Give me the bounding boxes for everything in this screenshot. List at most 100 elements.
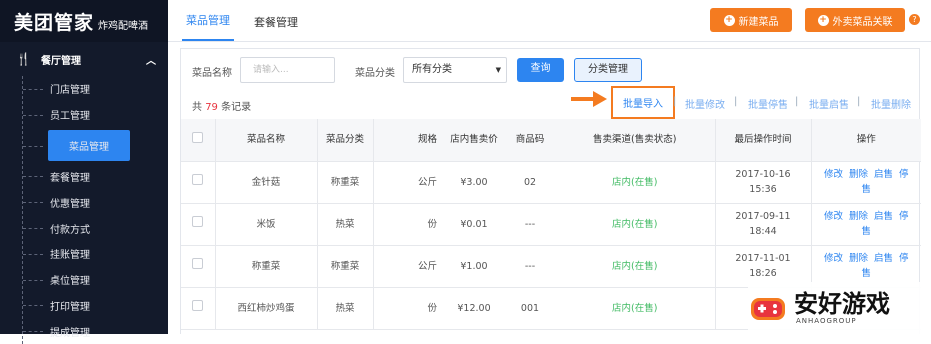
- dish-channel: 店内(在售): [555, 287, 715, 330]
- sidebar-group-label: 餐厅管理: [40, 55, 81, 67]
- sidebar-tree: 门店管理 员工管理 菜品管理 套餐管理 优惠管理 付款方式 挂账管理 桌位管理 …: [0, 76, 168, 344]
- row-actions: 修改 删除 启售停 售: [810, 161, 921, 204]
- tab-sets[interactable]: 套餐管理: [250, 14, 302, 41]
- dish-price: ¥3.00: [443, 161, 505, 204]
- sidebar-item-print[interactable]: 打印管理: [0, 293, 168, 319]
- top-bar: 菜品管理 套餐管理 + 新建菜品 + 外卖菜品关联 ?: [168, 0, 931, 42]
- sidebar-item-tables[interactable]: 桌位管理: [0, 267, 168, 293]
- sidebar: 美团管家 炸鸡配啤酒 🍴 餐厅管理 ︿ 门店管理 员工管理 菜品管理 套餐管理 …: [0, 0, 168, 344]
- edit-link[interactable]: 修改: [824, 253, 843, 264]
- dish-price: ¥1.00: [443, 245, 505, 288]
- row-checkbox[interactable]: [192, 174, 204, 185]
- sidebar-item-credit[interactable]: 挂账管理: [0, 241, 168, 267]
- category-manage-button[interactable]: 分类管理: [574, 58, 642, 82]
- select-all-cell[interactable]: [181, 119, 215, 162]
- stop-link-cont[interactable]: 售: [861, 184, 871, 195]
- delete-link[interactable]: 删除: [849, 169, 868, 180]
- row-checkbox[interactable]: [192, 216, 204, 227]
- dish-name: 称重菜: [214, 245, 317, 288]
- sidebar-item-discounts[interactable]: 优惠管理: [0, 189, 168, 215]
- enable-link[interactable]: 启售: [874, 253, 893, 264]
- col-price: 店内售卖价: [443, 119, 505, 162]
- plus-icon: +: [723, 14, 735, 26]
- col-time: 最后操作时间: [714, 119, 811, 162]
- dish-channel: 店内(在售): [555, 203, 715, 246]
- cutlery-icon: 🍴: [16, 52, 31, 66]
- col-category: 菜品分类: [316, 119, 373, 162]
- logo-title: 美团管家: [14, 12, 95, 34]
- edit-link[interactable]: 修改: [824, 211, 843, 222]
- dish-code: 02: [505, 161, 555, 204]
- plus-icon: +: [817, 14, 829, 26]
- caret-down-icon: ▼: [495, 66, 501, 74]
- stop-link-cont[interactable]: 售: [861, 268, 871, 279]
- table-header: 菜品名称 菜品分类 规格 店内售卖价 商品码 售卖渠道(售卖状态) 最后操作时间…: [181, 119, 921, 162]
- bulk-edit-link[interactable]: 批量修改: [685, 96, 725, 111]
- dish-name: 西红柿炒鸡蛋: [214, 287, 317, 330]
- watermark: 安好游戏 ANHAOGROUP: [748, 282, 931, 334]
- delete-link[interactable]: 删除: [849, 253, 868, 264]
- dish-time: 2017-10-16 15:36: [714, 161, 811, 204]
- sidebar-item-commission[interactable]: 提成管理: [0, 318, 168, 344]
- col-code: 商品码: [505, 119, 555, 162]
- bulk-stop-link[interactable]: 批量停售: [748, 96, 788, 111]
- brand-logo: 美团管家 炸鸡配啤酒: [0, 0, 168, 42]
- query-button[interactable]: 查询: [517, 58, 564, 82]
- col-channel: 售卖渠道(售卖状态): [555, 119, 715, 162]
- help-icon[interactable]: ?: [909, 14, 920, 25]
- dish-time: 2017-11-01 18:26: [714, 245, 811, 288]
- enable-link[interactable]: 启售: [874, 169, 893, 180]
- dish-channel: 店内(在售): [555, 161, 715, 204]
- watermark-subtitle: ANHAOGROUP: [796, 317, 857, 325]
- dish-code: 001: [505, 287, 555, 330]
- stop-link[interactable]: 停: [899, 211, 909, 222]
- sidebar-item-payment[interactable]: 付款方式: [0, 215, 168, 241]
- sidebar-item-sets[interactable]: 套餐管理: [0, 164, 168, 190]
- stop-link[interactable]: 停: [899, 169, 909, 180]
- name-search-input[interactable]: 请输入...: [240, 57, 335, 83]
- dish-category: 热菜: [316, 287, 373, 330]
- sidebar-item-staff[interactable]: 员工管理: [0, 102, 168, 128]
- sidebar-group-restaurant[interactable]: 🍴 餐厅管理 ︿: [0, 42, 168, 76]
- stop-link-cont[interactable]: 售: [861, 226, 871, 237]
- bulk-enable-link[interactable]: 批量启售: [809, 96, 849, 111]
- dish-price: ¥12.00: [443, 287, 505, 330]
- dish-category: 热菜: [316, 203, 373, 246]
- dish-time: 2017-09-11 18:44: [714, 203, 811, 246]
- select-all-checkbox[interactable]: [192, 131, 204, 143]
- stop-link[interactable]: 停: [899, 253, 909, 264]
- sidebar-item-dishes[interactable]: 菜品管理: [0, 128, 168, 164]
- row-actions: 修改 删除 启售停 售: [810, 245, 921, 288]
- delete-link[interactable]: 删除: [849, 211, 868, 222]
- table-row: 米饭 热菜 份 ¥0.01 --- 店内(在售) 2017-09-11 18:44…: [181, 203, 921, 246]
- dish-code: ---: [505, 203, 555, 246]
- category-filter-label: 菜品分类: [355, 68, 395, 79]
- col-actions: 操作: [810, 119, 921, 162]
- col-unit: 规格: [372, 119, 443, 162]
- bulk-import-link[interactable]: 批量导入: [611, 86, 675, 119]
- bulk-delete-link[interactable]: 批量删除: [871, 96, 911, 111]
- logo-subtitle: 炸鸡配啤酒: [98, 21, 149, 32]
- row-checkbox[interactable]: [192, 258, 204, 269]
- dish-name: 米饭: [214, 203, 317, 246]
- new-dish-button[interactable]: + 新建菜品: [710, 8, 792, 32]
- gamepad-logo-icon: [751, 298, 785, 320]
- tab-dishes[interactable]: 菜品管理: [182, 12, 234, 41]
- dish-channel: 店内(在售): [555, 245, 715, 288]
- chevron-up-icon: ︿: [146, 55, 156, 67]
- edit-link[interactable]: 修改: [824, 169, 843, 180]
- enable-link[interactable]: 启售: [874, 211, 893, 222]
- row-checkbox[interactable]: [192, 300, 204, 311]
- col-name: 菜品名称: [214, 119, 317, 162]
- dish-code: ---: [505, 245, 555, 288]
- filter-bar: 菜品名称 请输入... 菜品分类 所有分类 ▼ 查询 分类管理: [181, 57, 919, 83]
- watermark-title: 安好游戏: [794, 290, 890, 318]
- dish-category: 称重菜: [316, 245, 373, 288]
- dish-price: ¥0.01: [443, 203, 505, 246]
- sidebar-item-stores[interactable]: 门店管理: [0, 76, 168, 102]
- row-actions: 修改 删除 启售停 售: [810, 203, 921, 246]
- dish-category: 称重菜: [316, 161, 373, 204]
- takeout-link-button[interactable]: + 外卖菜品关联: [805, 8, 905, 32]
- dish-unit: 公斤: [372, 245, 443, 288]
- category-select[interactable]: 所有分类 ▼: [403, 57, 507, 83]
